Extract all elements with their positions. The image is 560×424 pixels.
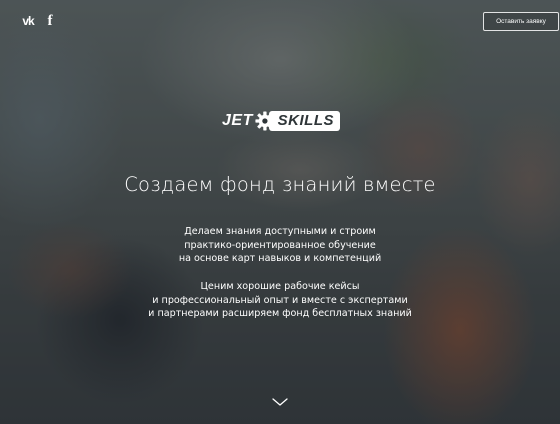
hero-paragraph-1: Делаем знания доступными и строим практи… [0,225,560,266]
submit-application-button[interactable]: Оставить заявку [483,12,559,31]
hero-paragraph-1-line: практико-ориентированное обучение [184,239,376,251]
logo-text-skills: SKILLS [268,111,340,131]
chevron-down-icon[interactable] [272,396,288,408]
logo-text-jet: JET [222,112,253,129]
social-links: vk f [21,14,55,29]
hero-paragraph-1-line: Делаем знания доступными и строим [184,226,376,237]
page-title: Создаем фонд знаний вместе [124,173,436,196]
hero-paragraph-2: Ценим хорошие рабочие кейсы и профессион… [0,280,560,321]
logo[interactable]: JET SKILLS [222,104,340,138]
hero-paragraph-2-line: и профессиональный опыт и вместе с экспе… [152,294,408,306]
gear-icon [255,111,275,131]
hero-paragraph-2-line: Ценим хорошие рабочие кейсы [200,281,360,292]
vk-icon[interactable]: vk [21,14,35,28]
hero-paragraph-2-line: и партнерами расширяем фонд бесплатных з… [148,308,412,319]
hero-background [0,0,560,424]
facebook-icon[interactable]: f [45,14,55,29]
hero-paragraph-1-line: на основе карт навыков и компетенций [178,253,382,264]
